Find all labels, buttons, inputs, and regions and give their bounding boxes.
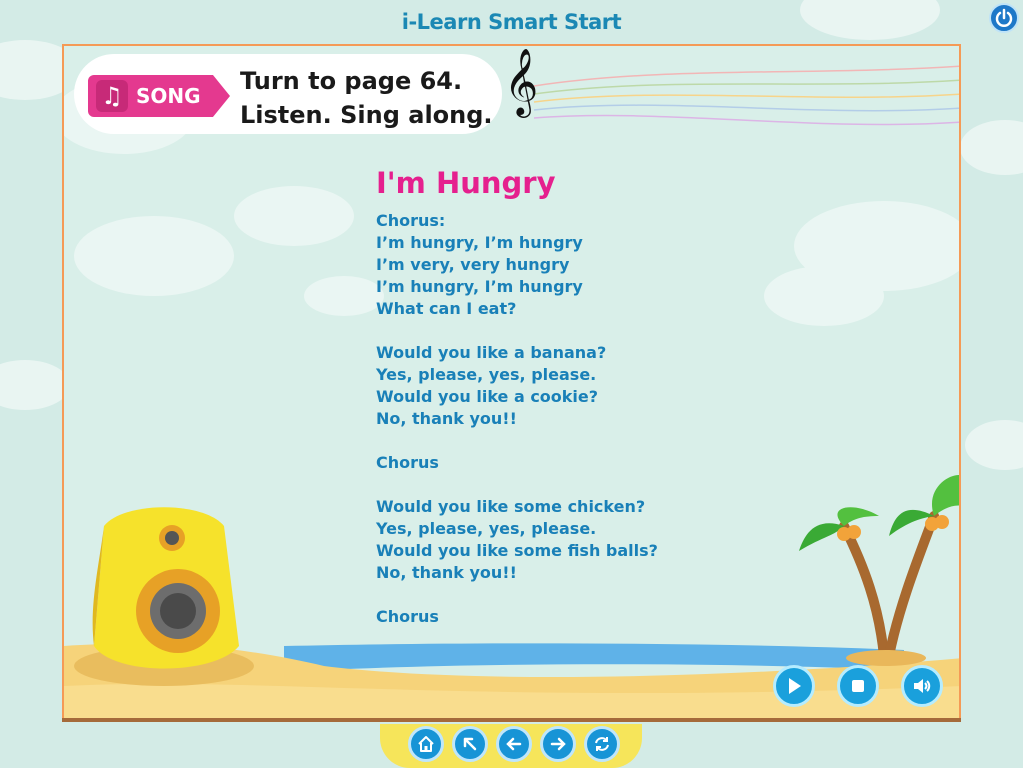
lyric-line: I’m hungry, I’m hungry [376,277,583,296]
lyric-lines: Chorus: I’m hungry, I’m hungry I’m very, v… [376,210,796,628]
arrow-right-icon [550,737,566,751]
volume-icon [914,679,931,693]
power-icon [995,8,1013,27]
stage-bottom-border [62,718,961,722]
play-icon [789,678,801,694]
lyric-gap [376,430,796,452]
power-button[interactable] [989,3,1019,33]
lyric-gap [376,584,796,606]
app-title: i-Learn Smart Start [401,10,622,34]
instruction-banner: ♫ SONG Turn to page 64. Listen. Sing alo… [74,54,502,134]
previous-button[interactable] [496,726,532,762]
lyric-line: Would you like a cookie? [376,387,599,406]
lyric-line: Would you like some chicken? [376,497,646,516]
lyric-line: Chorus [376,607,439,626]
lyric-line: Chorus [376,453,439,472]
lyric-line: No, thank you!! [376,563,517,582]
lyric-line: Chorus: [376,211,446,230]
lyric-line: Yes, please, yes, please. [376,519,597,538]
song-stage: ♫ SONG Turn to page 64. Listen. Sing alo… [62,44,961,722]
instruction-line-2: Listen. Sing along. [240,101,493,129]
song-lyrics: I'm Hungry Chorus: I’m hungry, I’m hungry… [376,166,796,628]
volume-button[interactable] [901,665,943,707]
lyric-line: Would you like some fish balls? [376,541,658,560]
lyric-line: I’m very, very hungry [376,255,570,274]
lyric-line: No, thank you!! [376,409,517,428]
lyric-line: Would you like a banana? [376,343,607,362]
lyric-gap [376,474,796,496]
treble-clef-icon: 𝄞 [504,47,539,115]
lyric-gap [376,320,796,342]
stop-icon [852,680,864,692]
cloud-decoration [0,360,70,410]
refresh-icon [595,737,609,751]
play-button[interactable] [773,665,815,707]
stop-button[interactable] [837,665,879,707]
lyric-line: I’m hungry, I’m hungry [376,233,583,252]
arrow-left-icon [506,737,522,751]
music-note-icon: ♫ [96,80,128,112]
arrow-up-left-icon [463,737,477,751]
cloud-decoration [965,420,1023,470]
home-button[interactable] [408,726,444,762]
lyric-line: Yes, please, yes, please. [376,365,597,384]
home-icon [418,736,434,752]
lyric-line: What can I eat? [376,299,517,318]
next-button[interactable] [540,726,576,762]
back-to-menu-button[interactable] [452,726,488,762]
refresh-button[interactable] [584,726,620,762]
song-tag-label: SONG [136,84,201,108]
song-title: I'm Hungry [376,166,556,200]
cloud-decoration [960,120,1023,175]
instruction-line-1: Turn to page 64. [240,67,463,95]
bottom-nav-bar [380,724,642,768]
song-tag: ♫ SONG [88,75,230,117]
